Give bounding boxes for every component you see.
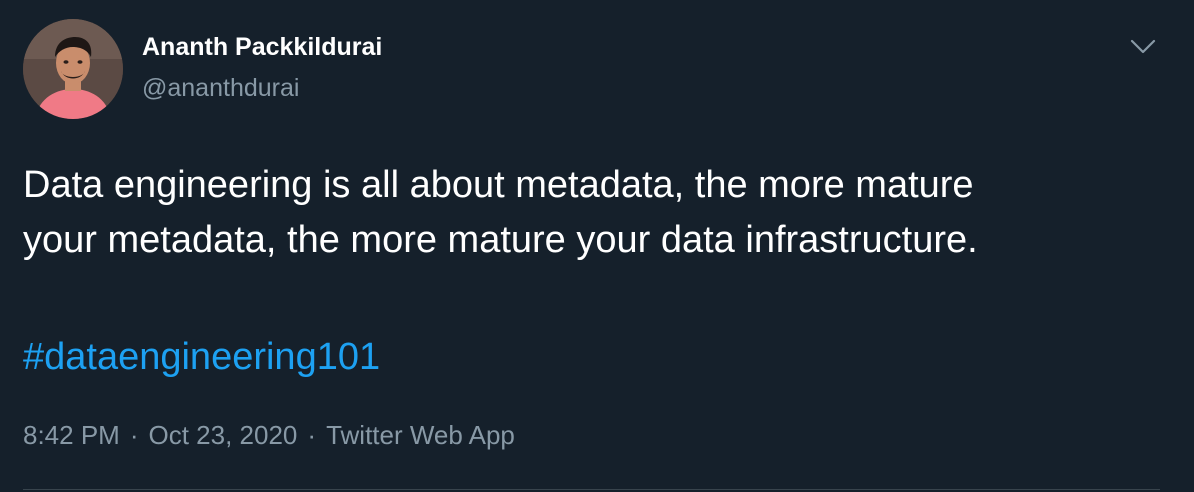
- tweet-text-line: Data engineering is all about metadata, …: [23, 164, 974, 206]
- separator-dot: ·: [307, 420, 317, 450]
- separator-dot: ·: [129, 420, 139, 450]
- hashtag-link[interactable]: #dataengineering101: [23, 330, 380, 385]
- author-handle[interactable]: @ananthdurai: [142, 74, 299, 103]
- tweet-metadata: 8:42 PM · Oct 23, 2020 · Twitter Web App: [23, 420, 515, 451]
- tweet-text-line: your metadata, the more mature your data…: [23, 219, 978, 261]
- tweet-card: Ananth Packkildurai @ananthdurai Data en…: [0, 0, 1194, 492]
- author-display-name[interactable]: Ananth Packkildurai: [142, 33, 382, 62]
- avatar[interactable]: [23, 19, 123, 119]
- more-options-button[interactable]: [1126, 30, 1160, 64]
- tweet-source-link[interactable]: Twitter Web App: [326, 420, 515, 450]
- chevron-down-icon: [1130, 39, 1156, 54]
- tweet-time: 8:42 PM: [23, 420, 120, 450]
- tweet-timestamp-link[interactable]: 8:42 PM · Oct 23, 2020: [23, 420, 297, 450]
- tweet-date: Oct 23, 2020: [148, 420, 298, 450]
- divider: [23, 489, 1160, 490]
- profile-photo-icon: [23, 19, 123, 119]
- tweet-text: Data engineering is all about metadata, …: [23, 158, 1173, 268]
